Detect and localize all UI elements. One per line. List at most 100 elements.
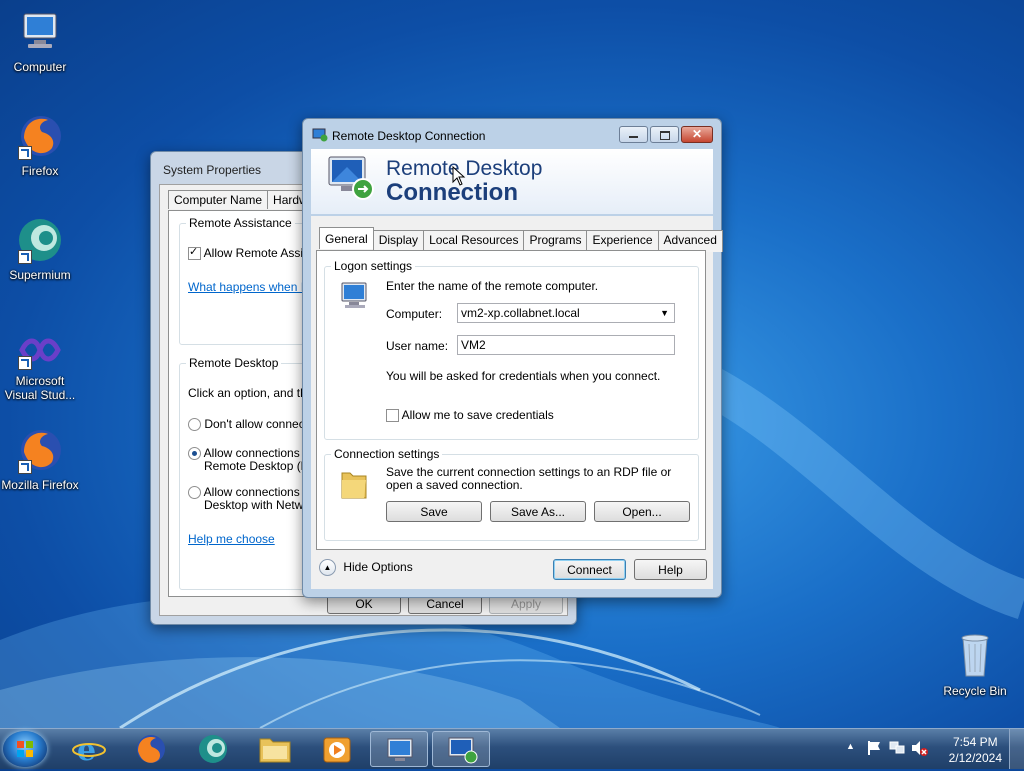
tab-local-resources[interactable]: Local Resources — [423, 230, 525, 252]
clock[interactable]: 7:54 PM 2/12/2024 — [949, 734, 1002, 766]
folder-icon — [341, 472, 367, 499]
desktop-icon-label: Firefox — [21, 164, 59, 178]
maximize-icon — [660, 131, 670, 140]
save-button[interactable]: Save — [386, 501, 482, 522]
logon-settings-group: Logon settings Enter the name of the rem… — [324, 259, 699, 440]
svg-text:e: e — [77, 733, 96, 767]
radio-label-line2: Remote Desktop (les — [204, 459, 317, 474]
credentials-note: You will be asked for credentials when y… — [386, 369, 661, 383]
taskbar-file-explorer[interactable] — [246, 731, 304, 767]
shortcut-arrow-icon — [18, 146, 32, 160]
checkbox-box — [386, 409, 399, 423]
save-as-button[interactable]: Save As... — [490, 501, 586, 522]
start-button[interactable] — [3, 731, 47, 767]
remote-desktop-connection-window: Remote Desktop Connection ✕ Remote Deskt… — [302, 118, 723, 598]
tab-experience[interactable]: Experience — [586, 230, 659, 252]
radio-label: Allow connections or — [203, 485, 314, 499]
help-button[interactable]: Help — [634, 559, 707, 580]
show-hidden-icons-icon[interactable]: ▲ — [846, 741, 855, 751]
visual-studio-icon — [16, 330, 64, 370]
tab-page-general: Logon settings Enter the name of the rem… — [316, 250, 706, 550]
radio-circle — [188, 418, 201, 432]
dropdown-arrow-icon[interactable]: ▼ — [660, 304, 669, 322]
taskbar-remote-desktop[interactable] — [432, 731, 490, 767]
desktop-icon-label: Mozilla Firefox — [1, 478, 79, 492]
remote-desktop-instruction: Click an option, and ther — [188, 386, 318, 400]
connect-button[interactable]: Connect — [553, 559, 626, 580]
tab-programs[interactable]: Programs — [523, 230, 588, 252]
show-desktop-button[interactable] — [1009, 729, 1024, 769]
tab-display[interactable]: Display — [372, 230, 425, 252]
connection-settings-group: Connection settings Save the current con… — [324, 447, 699, 541]
tab-advanced[interactable]: Advanced — [657, 230, 723, 252]
desktop-icon-label: Recycle Bin — [943, 684, 1007, 698]
firefox-icon — [16, 112, 64, 160]
allow-remote-assistance-checkbox[interactable]: Allow Remote Assista — [188, 245, 319, 261]
desktop-icon-visual-studio[interactable]: Microsoft Visual Stud... — [0, 330, 80, 402]
supermium-icon — [199, 735, 227, 763]
system-properties-icon — [387, 738, 413, 761]
hide-options-toggle[interactable]: ▲ Hide Options — [319, 559, 413, 576]
help-me-choose-link[interactable]: Help me choose — [188, 532, 275, 546]
logon-prompt: Enter the name of the remote computer. — [386, 279, 599, 293]
checkbox-label: Allow me to save credentials — [401, 408, 554, 422]
window-title: System Properties — [163, 163, 262, 177]
firefox-icon — [16, 426, 64, 474]
computer-icon — [16, 8, 64, 56]
taskbar-media-player[interactable] — [308, 731, 366, 767]
desktop-icon-label: Supermium — [9, 268, 71, 282]
close-icon: ✕ — [691, 127, 703, 141]
clock-time: 7:54 PM — [952, 735, 998, 749]
tab-computer-name[interactable]: Computer Name — [168, 190, 269, 209]
save-credentials-checkbox[interactable]: Allow me to save credentials — [386, 408, 554, 423]
media-player-icon — [323, 737, 351, 763]
taskbar-supermium[interactable] — [184, 731, 242, 767]
tab-general[interactable]: General — [319, 227, 374, 249]
action-center-flag-icon[interactable] — [866, 739, 882, 757]
radio-label: Allow connections fro — [203, 446, 318, 460]
computer-combobox[interactable]: vm2-xp.collabnet.local ▼ — [457, 303, 675, 323]
mouse-cursor-icon — [452, 166, 466, 186]
taskbar-system-properties[interactable] — [370, 731, 428, 767]
desktop-icon-mozilla-firefox[interactable]: Mozilla Firefox — [0, 426, 80, 492]
connection-description: Save the current connection settings to … — [386, 465, 672, 492]
desktop-icon-supermium[interactable]: Supermium — [0, 216, 80, 282]
computer-label: Computer: — [386, 307, 443, 321]
volume-muted-icon[interactable] — [910, 739, 928, 757]
computer-value: vm2-xp.collabnet.local — [461, 306, 580, 320]
shortcut-arrow-icon — [18, 356, 32, 370]
shortcut-arrow-icon — [18, 250, 32, 264]
group-legend: Connection settings — [331, 447, 443, 461]
computer-icon — [341, 282, 367, 308]
desktop-icon-recycle-bin[interactable]: Recycle Bin — [935, 632, 1015, 698]
radio-dont-allow[interactable]: Don't allow connectio — [188, 417, 318, 432]
checkbox-box — [188, 245, 201, 261]
minimize-icon — [629, 136, 638, 138]
username-field[interactable]: VM2 — [457, 335, 675, 355]
close-button[interactable]: ✕ — [681, 126, 713, 143]
rdc-options-panel: General Display Local Resources Programs… — [311, 216, 723, 589]
desktop-icon-computer[interactable]: Computer — [0, 8, 80, 74]
taskbar-internet-explorer[interactable]: e — [60, 731, 118, 768]
open-button[interactable]: Open... — [594, 501, 690, 522]
taskbar-firefox[interactable] — [122, 731, 180, 767]
desktop-icon-label: Computer — [13, 60, 67, 74]
maximize-button[interactable] — [650, 126, 679, 143]
internet-explorer-icon: e — [72, 733, 106, 768]
network-icon[interactable] — [888, 739, 906, 757]
firefox-icon — [137, 735, 165, 763]
radio-allow-any[interactable]: Allow connections fro Remote Desktop (le… — [188, 447, 317, 473]
username-value: VM2 — [461, 338, 486, 352]
hide-options-label: Hide Options — [343, 559, 413, 574]
desktop-icon-firefox[interactable]: Firefox — [0, 112, 80, 178]
radio-label: Don't allow connectio — [204, 417, 318, 431]
shortcut-arrow-icon — [18, 460, 32, 474]
radio-allow-nla[interactable]: Allow connections or Desktop with Networ — [188, 486, 314, 512]
minimize-button[interactable] — [619, 126, 648, 143]
file-explorer-icon — [259, 738, 291, 763]
system-tray: ▲ 7:54 PM 2/12/2024 — [834, 729, 1024, 769]
radio-label-line2: Desktop with Networ — [204, 498, 315, 513]
remote-desktop-logo-icon — [328, 156, 374, 200]
remote-desktop-icon — [448, 737, 478, 764]
what-happens-link[interactable]: What happens when I e — [188, 280, 314, 294]
